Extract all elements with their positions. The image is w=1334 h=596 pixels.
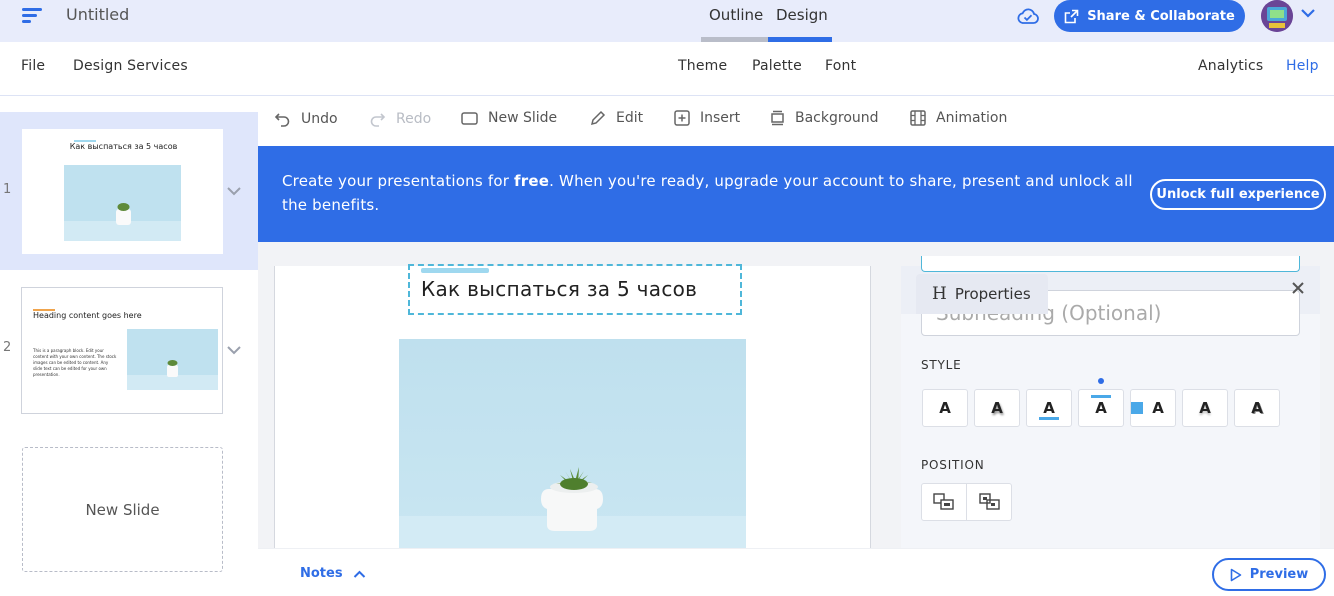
redo-label: Redo — [396, 110, 432, 127]
notes-toggle[interactable]: Notes — [300, 566, 366, 581]
preview-label: Preview — [1249, 567, 1309, 582]
style-option-label: A — [1095, 399, 1107, 417]
overline-accent — [1091, 395, 1111, 398]
tab-design[interactable]: Design — [776, 6, 828, 24]
style-option-label: A — [991, 399, 1003, 417]
text-input-above[interactable] — [921, 256, 1300, 272]
slide-number: 1 — [3, 182, 12, 197]
menu-analytics[interactable]: Analytics — [1198, 58, 1263, 74]
notes-label: Notes — [300, 566, 343, 581]
play-icon — [1230, 568, 1242, 581]
background-icon — [771, 110, 784, 126]
edit-label: Edit — [616, 110, 644, 126]
insert-label: Insert — [700, 110, 741, 126]
bring-forward-icon — [933, 493, 954, 510]
menu-font[interactable]: Font — [825, 58, 856, 74]
redo-button[interactable]: Redo — [369, 110, 431, 127]
style-option-emboss[interactable]: A — [1234, 389, 1280, 427]
undo-icon — [274, 113, 290, 127]
style-option-label: A — [1043, 399, 1055, 417]
slide-thumbnail-2[interactable]: Heading content goes here This is a para… — [21, 287, 223, 414]
underline-accent — [1039, 417, 1059, 420]
menu-help[interactable]: Help — [1286, 58, 1319, 74]
menu-bar — [0, 42, 1334, 96]
style-option-overline-selected[interactable]: A — [1078, 389, 1124, 427]
undo-label: Undo — [301, 110, 338, 127]
slide-2-chevron-down-icon[interactable] — [226, 342, 242, 358]
account-chevron-down-icon[interactable] — [1300, 5, 1316, 21]
position-back-button[interactable] — [967, 484, 1012, 520]
background-button[interactable]: Background — [770, 110, 879, 126]
user-avatar[interactable] — [1261, 0, 1293, 32]
film-icon — [910, 110, 926, 126]
style-option-label: A — [1152, 399, 1164, 417]
thumb-image — [127, 329, 218, 390]
style-option-label: A — [1251, 399, 1263, 417]
new-slide-button[interactable]: New Slide — [461, 110, 557, 126]
preview-button[interactable]: Preview — [1212, 558, 1326, 591]
position-front-button[interactable] — [922, 484, 967, 520]
chevron-up-icon — [353, 570, 365, 578]
insert-button[interactable]: Insert — [674, 110, 740, 126]
properties-tab-label: Properties — [954, 285, 1031, 303]
slide-number: 2 — [3, 340, 12, 355]
edit-button[interactable]: Edit — [590, 110, 643, 126]
redo-icon — [370, 113, 386, 127]
slide-title[interactable]: Как выспаться за 5 часов — [421, 277, 697, 301]
background-label: Background — [795, 110, 879, 126]
style-option-underline[interactable]: A — [1026, 389, 1072, 427]
share-collaborate-label: Share & Collaborate — [1087, 8, 1235, 24]
bottom-bar — [258, 548, 1334, 596]
position-section-label: POSITION — [921, 458, 985, 472]
external-link-icon — [1064, 9, 1079, 23]
menu-theme[interactable]: Theme — [678, 58, 727, 74]
insert-plus-icon — [674, 110, 690, 126]
animation-button[interactable]: Animation — [910, 110, 1007, 126]
slide-thumbnail-1[interactable]: Как выспаться за 5 часов — [22, 129, 223, 254]
menu-file[interactable]: File — [21, 58, 45, 74]
block-accent — [1131, 402, 1143, 414]
style-option-block[interactable]: A — [1130, 389, 1176, 427]
tab-outline[interactable]: Outline — [709, 6, 763, 24]
undo-button[interactable]: Undo — [274, 110, 338, 127]
close-icon[interactable] — [1290, 280, 1306, 296]
menu-palette[interactable]: Palette — [752, 58, 802, 74]
share-collaborate-button[interactable]: Share & Collaborate — [1054, 0, 1245, 32]
send-backward-icon — [978, 493, 1000, 510]
style-option-shadow[interactable]: A — [974, 389, 1020, 427]
banner-text-start: Create your presentations for — [282, 172, 515, 190]
thumb-image — [64, 165, 181, 241]
style-option-label: A — [939, 399, 951, 417]
selected-style-dot — [1098, 378, 1104, 384]
hamburger-menu-icon[interactable] — [22, 6, 44, 24]
pencil-icon — [590, 110, 606, 126]
style-option-plain[interactable]: A — [922, 389, 968, 427]
menu-design-services[interactable]: Design Services — [73, 58, 188, 74]
banner-text-bold: free — [514, 172, 550, 190]
thumb-title: Как выспаться за 5 часов — [69, 142, 178, 151]
slide-title-accent — [421, 268, 489, 273]
new-slide-label: New Slide — [488, 110, 558, 126]
cloud-saved-icon[interactable] — [1016, 5, 1040, 27]
heading-icon: H — [932, 284, 947, 304]
thumb-heading: Heading content goes here — [33, 311, 142, 320]
document-title[interactable]: Untitled — [66, 5, 129, 24]
properties-tab[interactable]: H Properties — [916, 274, 1048, 314]
slide-1-chevron-down-icon[interactable] — [226, 183, 242, 199]
upgrade-banner-text: Create your presentations for free. When… — [282, 169, 1142, 217]
thumb-body-text: This is a paragraph block. Edit your con… — [33, 348, 117, 377]
style-section-label: STYLE — [921, 358, 962, 372]
new-slide-placeholder[interactable]: New Slide — [22, 447, 223, 572]
style-option-soft-shadow[interactable]: A — [1182, 389, 1228, 427]
new-slide-icon — [461, 111, 478, 125]
slide-image[interactable] — [399, 339, 746, 548]
style-option-label: A — [1199, 399, 1211, 417]
unlock-full-experience-button[interactable]: Unlock full experience — [1150, 179, 1326, 210]
animation-label: Animation — [936, 110, 1008, 126]
